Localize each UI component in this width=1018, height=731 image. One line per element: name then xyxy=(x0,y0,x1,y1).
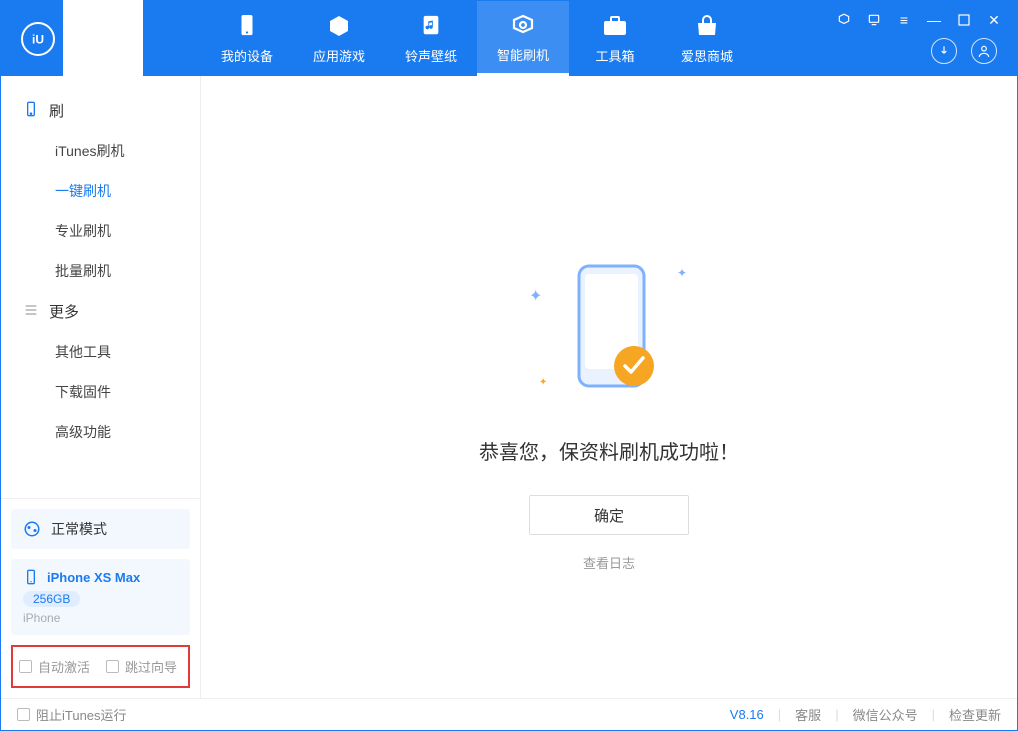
sidebar-item[interactable]: 高级功能 xyxy=(1,412,200,452)
auto-activate-checkbox[interactable]: 自动激活 xyxy=(19,657,90,676)
app-subtitle: www.i4.cn xyxy=(63,133,143,145)
nav-tab-label: 爱思商城 xyxy=(681,46,733,65)
footer: 阻止iTunes运行 V8.16 | 客服 | 微信公众号 | 检查更新 xyxy=(1,698,1017,730)
sparkle-icon: ✦ xyxy=(529,286,542,306)
list-icon xyxy=(23,302,39,322)
confirm-button[interactable]: 确定 xyxy=(529,495,689,535)
nav-tab-4[interactable]: 工具箱 xyxy=(569,1,661,76)
view-log-link[interactable]: 查看日志 xyxy=(583,553,635,572)
nav-tab-3[interactable]: 智能刷机 xyxy=(477,1,569,76)
menu-icon[interactable]: ≡ xyxy=(895,11,913,29)
app-title: 爱思助手 xyxy=(63,0,143,133)
wechat-link[interactable]: 微信公众号 xyxy=(853,705,918,724)
device-capacity: 256GB xyxy=(23,591,80,607)
sparkle-icon: ✦ xyxy=(677,266,687,280)
nav-tab-0[interactable]: 我的设备 xyxy=(201,1,293,76)
music-icon xyxy=(420,12,442,40)
device-box[interactable]: iPhone XS Max 256GB iPhone xyxy=(11,559,190,635)
theme-icon[interactable] xyxy=(835,11,853,29)
toolbox-icon xyxy=(602,12,628,40)
sidebar-item[interactable]: 一键刷机 xyxy=(1,171,200,211)
sidebar-item[interactable]: 下载固件 xyxy=(1,372,200,412)
nav-tab-label: 工具箱 xyxy=(595,46,634,65)
body: 刷机iTunes刷机一键刷机专业刷机批量刷机更多其他工具下载固件高级功能 正常模… xyxy=(1,76,1017,698)
success-title: 恭喜您，保资料刷机成功啦！ xyxy=(479,436,739,465)
device-subtype: iPhone xyxy=(23,611,178,625)
check-update-link[interactable]: 检查更新 xyxy=(949,705,1001,724)
store-icon xyxy=(695,12,719,40)
block-itunes-label: 阻止iTunes运行 xyxy=(36,705,127,724)
nav-tab-label: 应用游戏 xyxy=(313,46,365,65)
sync-icon xyxy=(23,520,41,538)
sidebar-item[interactable]: 其他工具 xyxy=(1,332,200,372)
logo-icon: iU xyxy=(21,22,55,56)
user-icon[interactable] xyxy=(971,38,997,64)
minimize-icon[interactable]: — xyxy=(925,11,943,29)
skip-guide-checkbox[interactable]: 跳过向导 xyxy=(106,657,177,676)
logo-area: iU 爱思助手 www.i4.cn xyxy=(1,0,201,146)
nav-tab-label: 我的设备 xyxy=(221,46,273,65)
sidebar-bottom: 正常模式 iPhone XS Max 256GB iPhone 自动激活 跳过向… xyxy=(1,498,200,698)
download-icon[interactable] xyxy=(931,38,957,64)
logo-text: 爱思助手 www.i4.cn xyxy=(63,0,143,146)
cube-icon xyxy=(327,12,351,40)
header-actions xyxy=(931,38,997,64)
success-illustration: ✦ ✦ ✦ xyxy=(539,256,679,406)
feedback-icon[interactable] xyxy=(865,11,883,29)
sparkle-icon: ✦ xyxy=(539,377,547,388)
main-content: ✦ ✦ ✦ 恭喜您，保资料刷机成功啦！ 确定 查看日志 xyxy=(201,76,1017,698)
support-link[interactable]: 客服 xyxy=(795,705,821,724)
app-window: iU 爱思助手 www.i4.cn 我的设备 应用游戏 铃声壁纸 智能刷机 工具箱 爱思商… xyxy=(0,0,1018,731)
footer-right: V8.16 | 客服 | 微信公众号 | 检查更新 xyxy=(730,705,1001,724)
close-icon[interactable]: ✕ xyxy=(985,11,1003,29)
auto-activate-label: 自动激活 xyxy=(38,657,90,676)
options-highlight: 自动激活 跳过向导 xyxy=(11,645,190,688)
nav-tabs: 我的设备 应用游戏 铃声壁纸 智能刷机 工具箱 爱思商城 xyxy=(201,1,753,76)
nav-tab-1[interactable]: 应用游戏 xyxy=(293,1,385,76)
sidebar: 刷机iTunes刷机一键刷机专业刷机批量刷机更多其他工具下载固件高级功能 正常模… xyxy=(1,76,201,698)
window-controls: ≡ — ✕ xyxy=(835,11,1003,29)
refresh-icon xyxy=(511,11,535,39)
mode-box[interactable]: 正常模式 xyxy=(11,509,190,549)
device-icon xyxy=(236,12,258,40)
skip-guide-label: 跳过向导 xyxy=(125,657,177,676)
version-text: V8.16 xyxy=(730,707,764,722)
nav-tab-label: 铃声壁纸 xyxy=(405,46,457,65)
phone-icon xyxy=(23,569,39,585)
device-name-text: iPhone XS Max xyxy=(47,570,140,585)
sidebar-item[interactable]: 批量刷机 xyxy=(1,251,200,291)
block-itunes-checkbox[interactable]: 阻止iTunes运行 xyxy=(17,705,127,724)
sidebar-item[interactable]: 专业刷机 xyxy=(1,211,200,251)
nav-tab-5[interactable]: 爱思商城 xyxy=(661,1,753,76)
header: iU 爱思助手 www.i4.cn 我的设备应用游戏铃声壁纸智能刷机工具箱爱思商… xyxy=(1,1,1017,76)
maximize-icon[interactable] xyxy=(955,11,973,29)
nav-tab-2[interactable]: 铃声壁纸 xyxy=(385,1,477,76)
svg-text:iU: iU xyxy=(32,32,44,46)
nav-tab-label: 智能刷机 xyxy=(497,45,549,64)
sidebar-section-title: 更多 xyxy=(1,291,200,332)
mode-label: 正常模式 xyxy=(51,519,107,539)
